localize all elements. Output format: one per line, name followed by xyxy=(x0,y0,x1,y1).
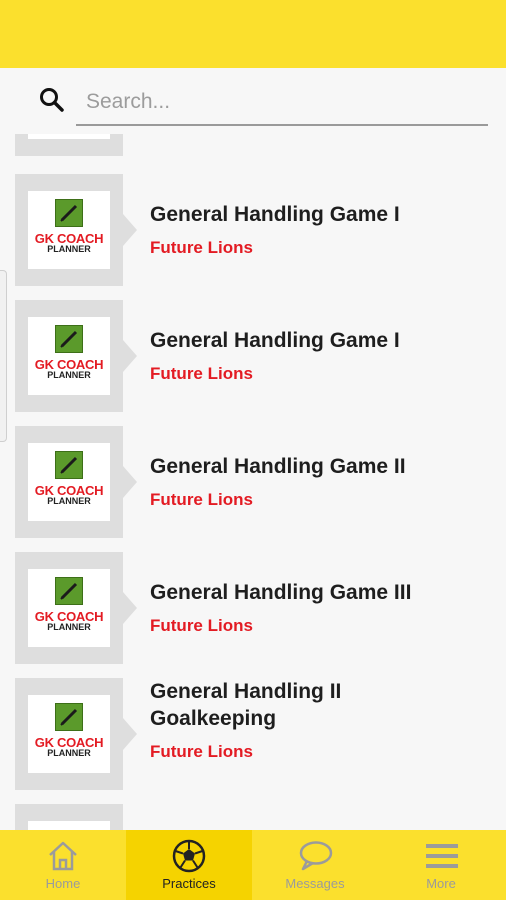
practice-thumbnail: GK COACH PLANNER xyxy=(15,300,123,412)
thumbnail-pointer xyxy=(123,340,137,372)
practice-team: Future Lions xyxy=(150,742,253,761)
top-app-bar xyxy=(0,0,506,68)
logo-text-sub: PLANNER xyxy=(47,244,91,254)
thumbnail-pointer xyxy=(123,592,137,624)
nav-label-practices: Practices xyxy=(162,876,216,891)
nav-label-messages: Messages xyxy=(285,876,345,891)
logo-text-sub: PLANNER xyxy=(47,622,91,632)
soccer-ball-icon xyxy=(172,839,206,873)
logo-card: GK COACH PLANNER xyxy=(28,695,110,773)
practice-team: Future Lions xyxy=(150,364,253,383)
practice-team: Future Lions xyxy=(150,616,253,635)
nav-tab-home[interactable]: Home xyxy=(0,830,126,900)
pen-icon xyxy=(55,577,83,605)
practice-title: General Handling II Goalkeeping xyxy=(150,680,342,730)
practice-thumbnail xyxy=(15,134,123,156)
logo-text-sub: PLANNER xyxy=(47,370,91,380)
practice-team: Future Lions xyxy=(150,238,253,257)
practice-thumbnail: GK COACH PLANNER xyxy=(15,174,123,286)
list-item-partial-top[interactable] xyxy=(0,134,506,160)
nav-tab-practices[interactable]: Practices xyxy=(126,830,252,900)
bottom-navigation: Home Practices Messages More xyxy=(0,830,506,900)
list-item-partial-bottom[interactable] xyxy=(0,804,506,830)
logo-text-sub: PLANNER xyxy=(47,496,91,506)
practice-title: General Handling Game I xyxy=(150,203,400,226)
nav-label-more: More xyxy=(426,876,456,891)
list-item[interactable]: GK COACH PLANNER General Handling II Goa… xyxy=(0,678,506,794)
home-icon xyxy=(49,841,77,871)
drawer-handle[interactable] xyxy=(0,270,7,442)
practice-title: General Handling Game I xyxy=(150,329,400,352)
logo-card: GK COACH PLANNER xyxy=(28,443,110,521)
thumbnail-pointer xyxy=(123,718,137,750)
practice-thumbnail: GK COACH PLANNER xyxy=(15,678,123,790)
logo-card: GK COACH PLANNER xyxy=(28,191,110,269)
list-item[interactable]: GK COACH PLANNER General Handling Game I… xyxy=(0,426,506,542)
practice-list[interactable]: GK COACH PLANNER General Handling Game I… xyxy=(0,134,506,830)
nav-tab-messages[interactable]: Messages xyxy=(252,830,378,900)
pen-icon xyxy=(55,325,83,353)
logo-card: GK COACH PLANNER xyxy=(28,569,110,647)
thumbnail-pointer xyxy=(123,466,137,498)
practice-thumbnail: GK COACH PLANNER xyxy=(15,552,123,664)
chat-bubble-icon xyxy=(299,841,333,871)
list-item[interactable]: GK COACH PLANNER General Handling Game I… xyxy=(0,552,506,668)
hamburger-menu-icon xyxy=(426,844,458,868)
pen-icon xyxy=(55,451,83,479)
logo-card: GK COACH PLANNER xyxy=(28,317,110,395)
practice-thumbnail: GK COACH PLANNER xyxy=(15,426,123,538)
nav-label-home: Home xyxy=(45,876,81,891)
thumbnail-pointer xyxy=(123,214,137,246)
pen-icon xyxy=(55,199,83,227)
nav-tab-more[interactable]: More xyxy=(378,830,504,900)
logo-text-sub: PLANNER xyxy=(47,748,91,758)
practice-thumbnail xyxy=(15,804,123,830)
search-input[interactable] xyxy=(76,80,488,126)
practice-title: General Handling Game III xyxy=(150,581,412,604)
practice-team: Future Lions xyxy=(150,490,253,509)
list-item[interactable]: GK COACH PLANNER General Handling Game I… xyxy=(0,300,506,416)
pen-icon xyxy=(55,703,83,731)
list-item[interactable]: GK COACH PLANNER General Handling Game I… xyxy=(0,174,506,290)
practice-title: General Handling Game II xyxy=(150,455,406,478)
search-icon[interactable] xyxy=(38,86,66,114)
